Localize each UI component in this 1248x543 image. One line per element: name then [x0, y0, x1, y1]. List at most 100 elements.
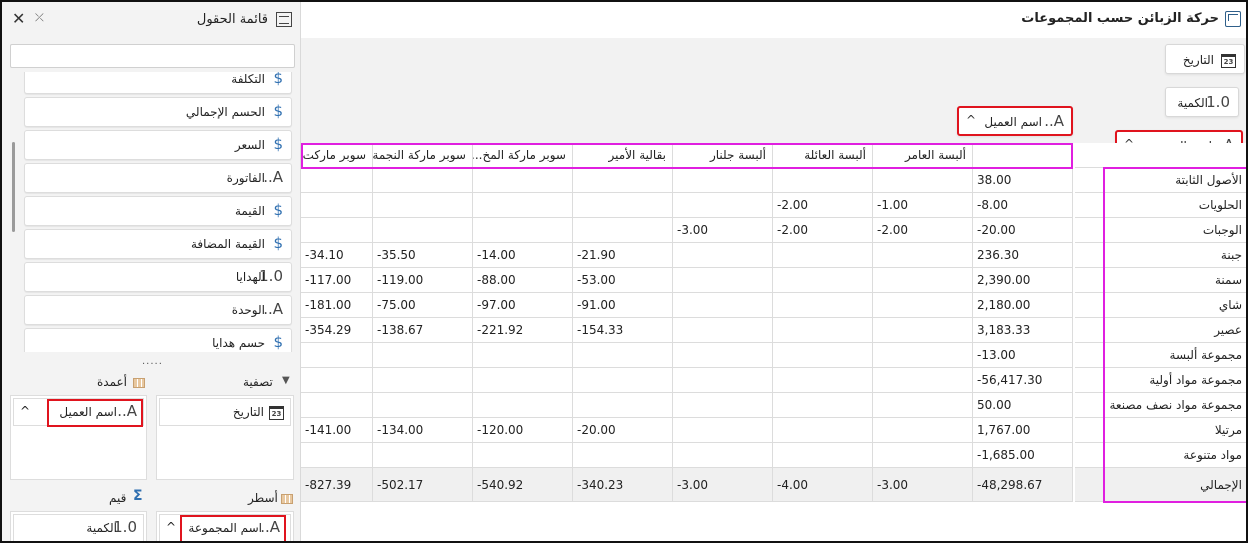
- data-cell: [673, 268, 773, 293]
- data-cell: [573, 193, 673, 218]
- data-cell: [473, 393, 573, 418]
- data-cell: -56,417.30: [973, 368, 1073, 393]
- text-field-icon: A..: [1044, 112, 1064, 130]
- value-chip[interactable]: 1.0 الكمية: [1165, 87, 1239, 117]
- data-cell: [873, 293, 973, 318]
- data-cell: [573, 393, 673, 418]
- data-cell: [673, 443, 773, 468]
- filter-area[interactable]: 23 التاريخ: [156, 395, 294, 480]
- text-field-icon: A..: [263, 300, 283, 318]
- data-cell: 1,767.00: [973, 418, 1073, 443]
- caret-up-icon[interactable]: ^: [166, 520, 176, 534]
- page-title: حركة الزبائن حسب المجموعات: [1021, 11, 1219, 26]
- data-cell: -21.90: [573, 243, 673, 268]
- field-item-label: الفاتورة: [226, 171, 265, 185]
- data-cell: [673, 368, 773, 393]
- field-item[interactable]: A.. الفاتورة: [24, 163, 292, 193]
- field-item[interactable]: $ القيمة المضافة: [24, 229, 292, 259]
- data-cell: -91.00: [573, 293, 673, 318]
- data-cell: [673, 168, 773, 193]
- column-field-chip[interactable]: A.. اسم العميل ^: [957, 106, 1073, 136]
- field-item-label: التكلفة: [231, 72, 265, 86]
- rows-area-title: أسطر: [248, 491, 278, 505]
- field-item-label: الوحدة: [231, 303, 265, 317]
- data-cell: [773, 343, 873, 368]
- field-item[interactable]: $ حسم هدايا: [24, 328, 292, 352]
- sigma-icon: Σ: [133, 488, 143, 504]
- data-cell: -97.00: [473, 293, 573, 318]
- data-cell: [301, 393, 373, 418]
- data-cell: 3,183.33: [973, 318, 1073, 343]
- data-cell: [773, 293, 873, 318]
- filter-chip[interactable]: 23 التاريخ: [1165, 44, 1245, 74]
- data-cell: -138.67: [373, 318, 473, 343]
- data-cell: -1.00: [873, 193, 973, 218]
- data-cell: [373, 368, 473, 393]
- data-cell: [373, 343, 473, 368]
- corner-cell: [1075, 143, 1246, 168]
- data-cell: -13.00: [973, 343, 1073, 368]
- columns-area[interactable]: A.. اسم العميل ^: [10, 395, 147, 480]
- field-item-label: الحسم الإجمالي: [185, 105, 265, 119]
- field-item[interactable]: A.. الوحدة: [24, 295, 292, 325]
- filter-area-chip[interactable]: 23 التاريخ: [159, 398, 291, 426]
- data-cell: [873, 168, 973, 193]
- data-cell: -120.00: [473, 418, 573, 443]
- data-cell: [473, 443, 573, 468]
- field-item[interactable]: 1.0 الهدايا: [24, 262, 292, 292]
- number-icon: 1.0: [1206, 93, 1230, 111]
- columns-area-icon: [133, 375, 145, 389]
- total-cell: -502.17: [373, 468, 473, 502]
- data-cell: 50.00: [973, 393, 1073, 418]
- text-field-icon: A..: [117, 402, 137, 420]
- pin-icon[interactable]: ⤫: [35, 11, 44, 25]
- data-cell: -119.00: [373, 268, 473, 293]
- calendar-icon: 23: [269, 402, 284, 420]
- data-cell: [873, 393, 973, 418]
- field-item[interactable]: $ الحسم الإجمالي: [24, 97, 292, 127]
- data-cell: -88.00: [473, 268, 573, 293]
- data-cell: [873, 268, 973, 293]
- field-item[interactable]: $ القيمة: [24, 196, 292, 226]
- data-cell: [773, 393, 873, 418]
- text-field-icon: A..: [260, 518, 280, 536]
- panel-title: قائمة الحقول: [196, 12, 268, 27]
- row-headers-highlight: [1103, 167, 1246, 503]
- field-search-input[interactable]: [10, 44, 295, 68]
- rows-area-icon: [281, 491, 293, 505]
- data-cell: [301, 168, 373, 193]
- data-cell: -221.92: [473, 318, 573, 343]
- data-cell: [301, 443, 373, 468]
- data-cell: [573, 168, 673, 193]
- data-cell: [873, 343, 973, 368]
- total-cell: -340.23: [573, 468, 673, 502]
- text-field-icon: A..: [263, 168, 283, 186]
- close-icon[interactable]: ✕: [12, 9, 25, 28]
- data-cell: [773, 243, 873, 268]
- field-item[interactable]: $ السعر: [24, 130, 292, 160]
- field-list-scrollbar[interactable]: [12, 142, 15, 232]
- columns-area-chip[interactable]: A.. اسم العميل ^: [13, 398, 144, 427]
- data-cell: [673, 193, 773, 218]
- filter-area-title: تصفية: [243, 375, 273, 389]
- data-cell: [873, 368, 973, 393]
- data-cell: [873, 243, 973, 268]
- app-window: قائمة الحقول ⤫ ✕ $ التكلفة $ الحسم الإجمالي…: [0, 0, 1248, 543]
- pivot-icon: [1225, 11, 1241, 27]
- data-cell: [473, 368, 573, 393]
- data-cell: [473, 193, 573, 218]
- panel-splitter[interactable]: .....: [142, 356, 163, 367]
- caret-up-icon[interactable]: ^: [20, 404, 30, 418]
- title-bar: حركة الزبائن حسب المجموعات: [301, 2, 1246, 38]
- field-item[interactable]: $ التكلفة: [24, 72, 292, 94]
- rows-area[interactable]: A.. اسم المجموعة ^: [156, 511, 294, 541]
- data-cell: -2.00: [773, 193, 873, 218]
- data-cell: -8.00: [973, 193, 1073, 218]
- values-area-chip[interactable]: 1.0 الكمية: [13, 514, 144, 541]
- caret-up-icon[interactable]: ^: [966, 113, 976, 127]
- values-area[interactable]: 1.0 الكمية: [10, 511, 147, 541]
- rows-area-chip[interactable]: A.. اسم المجموعة ^: [159, 514, 291, 541]
- data-cell: -181.00: [301, 293, 373, 318]
- data-cell: [673, 418, 773, 443]
- values-area-title: قيم: [109, 491, 127, 505]
